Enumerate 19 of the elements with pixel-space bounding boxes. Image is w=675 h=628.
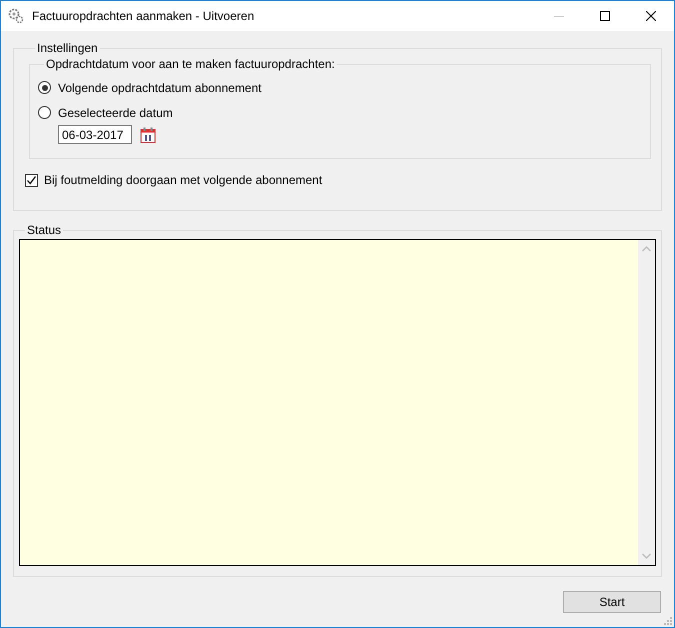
scroll-down-icon [642,553,651,559]
start-button[interactable]: Start [563,591,661,613]
checkbox-label: Bij foutmelding doorgaan met volgende abonnement [44,173,322,187]
group-label: Opdrachtdatum voor aan te maken factuuropdrachten: [45,57,336,71]
resize-grip-icon [664,617,672,625]
radio-button[interactable] [38,106,51,119]
scroll-up-icon [642,246,651,252]
gears-icon [8,8,24,24]
date-field[interactable]: 06-03-2017 [58,125,132,144]
radio-label: Volgende opdrachtdatum abonnement [58,80,262,94]
radio-label: Geselecteerde datum [58,106,173,120]
group-label: Instellingen [36,41,99,55]
calendar-icon[interactable] [140,126,156,142]
radio-button[interactable] [38,81,51,94]
scrollbar[interactable] [638,240,655,565]
checkbox[interactable] [25,174,38,186]
window-title: Factuuropdrachten aanmaken - Uitvoeren [32,9,254,23]
checkmark-icon [26,174,37,186]
group-label: Status [26,223,62,237]
